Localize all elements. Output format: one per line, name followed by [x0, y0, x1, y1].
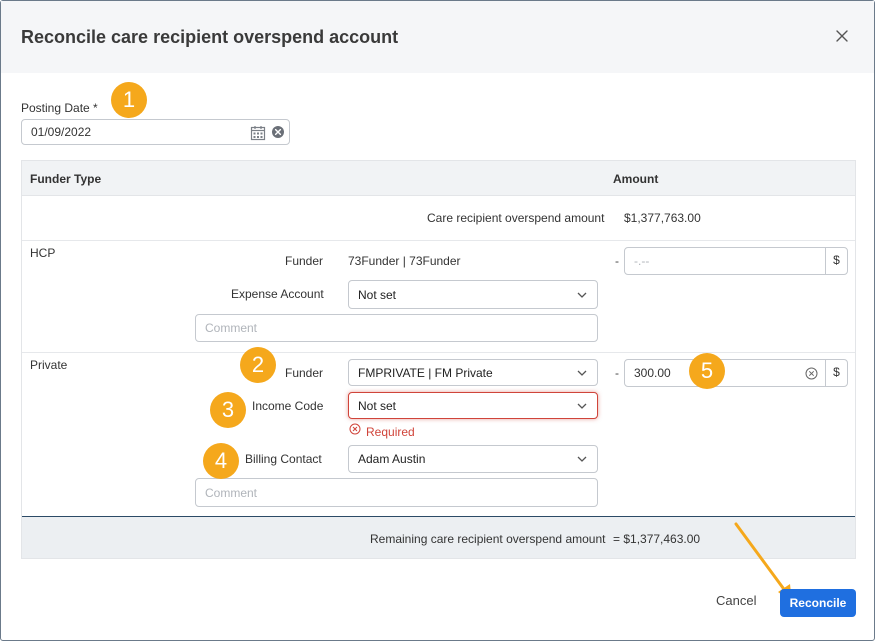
- callout-badge-5: 5: [689, 353, 725, 389]
- hcp-funder-label: Funder: [285, 254, 324, 268]
- private-type: Private: [30, 358, 68, 372]
- income-code-select[interactable]: Not set: [348, 392, 598, 419]
- income-code-value: Not set: [358, 398, 397, 413]
- hcp-expense-value: Not set: [358, 287, 397, 302]
- callout-badge-1: 1: [111, 82, 147, 118]
- private-dash: -: [615, 366, 619, 380]
- hcp-funder-value: 73Funder | 73Funder: [348, 254, 461, 268]
- posting-date-input[interactable]: 01/09/2022: [21, 119, 290, 145]
- callout-badge-3: 3: [210, 392, 246, 428]
- required-message: Required: [366, 425, 415, 439]
- hcp-expense-label: Expense Account: [231, 287, 324, 301]
- billing-contact-value: Adam Austin: [358, 452, 426, 466]
- chevron-down-icon: [577, 456, 587, 462]
- chevron-down-icon: [577, 403, 587, 409]
- hcp-amount-input[interactable]: -.-- $: [624, 247, 848, 275]
- hcp-comment-placeholder: Comment: [205, 321, 258, 335]
- private-comment-field[interactable]: Comment: [195, 478, 598, 507]
- divider: [22, 240, 855, 241]
- remaining-label: Remaining care recipient overspend amoun…: [370, 532, 606, 546]
- dialog-header: Reconcile care recipient overspend accou…: [1, 1, 874, 73]
- private-amount-value: 300.00: [634, 366, 671, 380]
- reconcile-button[interactable]: Reconcile: [780, 589, 856, 617]
- overspend-label: Care recipient overspend amount: [427, 211, 605, 225]
- hcp-comment-field[interactable]: Comment: [195, 314, 598, 342]
- callout-badge-2: 2: [240, 347, 276, 383]
- divider: [22, 352, 855, 353]
- private-funder-value: FMPRIVATE | FM Private: [358, 365, 493, 380]
- private-comment-placeholder: Comment: [205, 485, 258, 500]
- private-funder-label: Funder: [285, 366, 324, 380]
- clear-circle-icon[interactable]: [805, 367, 818, 380]
- hcp-type: HCP: [30, 246, 56, 260]
- remaining-value: = $1,377,463.00: [613, 532, 701, 546]
- calendar-icon[interactable]: [250, 125, 266, 141]
- hcp-expense-select[interactable]: Not set: [348, 280, 598, 309]
- income-code-label: Income Code: [252, 399, 324, 413]
- callout-badge-4: 4: [203, 443, 239, 479]
- hcp-currency: $: [825, 248, 847, 274]
- chevron-down-icon: [577, 292, 587, 298]
- posting-date-label: Posting Date *: [21, 101, 98, 115]
- hcp-dash: -: [615, 254, 619, 268]
- hcp-amount-placeholder: -.--: [634, 254, 650, 268]
- error-icon: [349, 423, 361, 435]
- col-funder-type: Funder Type: [30, 172, 102, 186]
- private-currency: $: [825, 360, 847, 386]
- private-amount-input[interactable]: 300.00 $: [624, 359, 848, 387]
- billing-contact-select[interactable]: Adam Austin: [348, 445, 598, 473]
- table-header-row: Funder Type Amount: [22, 161, 855, 196]
- chevron-down-icon: [577, 370, 587, 376]
- private-funder-select[interactable]: FMPRIVATE | FM Private: [348, 359, 598, 386]
- dialog-title: Reconcile care recipient overspend accou…: [21, 27, 399, 47]
- close-icon[interactable]: [833, 27, 851, 45]
- billing-contact-label: Billing Contact: [245, 452, 322, 466]
- col-amount: Amount: [613, 172, 659, 186]
- overspend-value: $1,377,763.00: [624, 211, 701, 225]
- posting-date-value: 01/09/2022: [31, 125, 92, 139]
- clear-circle-icon[interactable]: [271, 125, 285, 139]
- cancel-button[interactable]: Cancel: [716, 593, 756, 608]
